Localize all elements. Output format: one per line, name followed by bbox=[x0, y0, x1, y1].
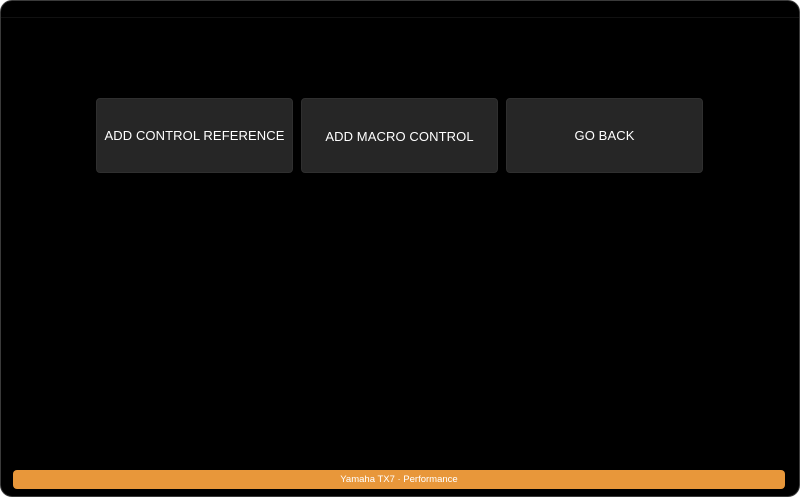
title-strip bbox=[1, 1, 799, 18]
go-back-button[interactable]: GO BACK bbox=[506, 98, 703, 173]
add-macro-control-button[interactable]: ADD MACRO CONTROL bbox=[301, 98, 498, 173]
status-bar: Yamaha TX7 · Performance bbox=[13, 470, 785, 489]
add-control-reference-button[interactable]: ADD CONTROL REFERENCE bbox=[96, 98, 293, 173]
action-button-row: ADD CONTROL REFERENCE ADD MACRO CONTROL … bbox=[96, 98, 703, 173]
app-window: ADD CONTROL REFERENCE ADD MACRO CONTROL … bbox=[0, 0, 800, 497]
